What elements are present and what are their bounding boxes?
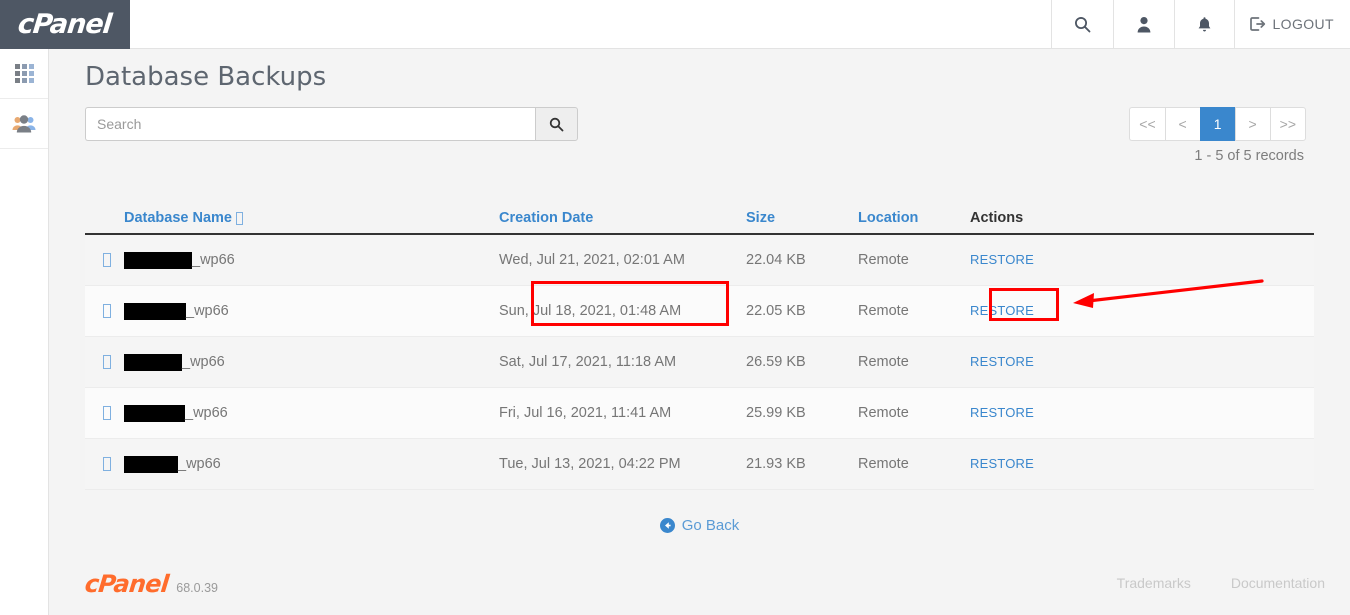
cell-creation-date: Sat, Jul 17, 2021, 11:18 AM [499, 354, 677, 370]
cpanel-logo[interactable]: cPanel [0, 0, 130, 49]
cell-creation-date: Tue, Jul 13, 2021, 04:22 PM [499, 456, 681, 472]
pagination-prev[interactable]: < [1164, 107, 1200, 141]
cell-location: Remote [858, 456, 909, 472]
users-group-icon [12, 114, 36, 132]
redacted-name [124, 251, 192, 269]
restore-button[interactable]: RESTORE [970, 405, 1034, 420]
cpanel-logo-text: cPanel [16, 9, 114, 40]
cell-database-name: _wp66 [124, 251, 499, 269]
download-backup-button[interactable] [85, 457, 124, 471]
table-row: _wp66 Sun, Jul 18, 2021, 01:48 AM 22.05 … [85, 286, 1314, 337]
pagination-last[interactable]: >> [1269, 107, 1306, 141]
download-backup-button[interactable] [85, 253, 124, 267]
search-icon[interactable] [1051, 0, 1113, 48]
cell-location: Remote [858, 405, 909, 421]
redacted-name [124, 455, 178, 473]
header-creation-date[interactable]: Creation Date [499, 210, 746, 226]
redacted-name [124, 302, 186, 320]
table-row: _wp66 Wed, Jul 21, 2021, 02:01 AM 22.04 … [85, 235, 1314, 286]
cell-location: Remote [858, 354, 909, 370]
sidebar-item-tools[interactable] [0, 49, 48, 99]
search-submit-button[interactable] [535, 107, 578, 141]
cell-creation-date: Sun, Jul 18, 2021, 01:48 AM [499, 303, 682, 319]
header-actions: Actions [970, 210, 1024, 226]
download-icon [103, 457, 111, 471]
sidebar-item-user-manager[interactable] [0, 99, 48, 149]
circle-arrow-left-icon [659, 518, 675, 533]
documentation-link[interactable]: Documentation [1231, 575, 1325, 591]
backups-table: Database Name Creation Date Size Locatio… [85, 193, 1314, 490]
database-name-suffix: _wp66 [185, 405, 228, 421]
restore-button[interactable]: RESTORE [970, 303, 1034, 318]
restore-button[interactable]: RESTORE [970, 354, 1034, 369]
top-bar: cPanel LOGOUT [0, 0, 1350, 49]
table-header-row: Database Name Creation Date Size Locatio… [85, 193, 1314, 235]
download-icon [103, 253, 111, 267]
logout-button[interactable]: LOGOUT [1234, 0, 1350, 48]
cell-size: 26.59 KB [746, 354, 806, 370]
download-backup-button[interactable] [85, 406, 124, 420]
header-database-name[interactable]: Database Name [124, 210, 499, 226]
table-row: _wp66 Sat, Jul 17, 2021, 11:18 AM 26.59 … [85, 337, 1314, 388]
cell-database-name: _wp66 [124, 455, 499, 473]
download-icon [103, 304, 111, 318]
footer-links: Trademarks Documentation [1117, 575, 1325, 591]
restore-button[interactable]: RESTORE [970, 252, 1034, 267]
cell-size: 22.05 KB [746, 303, 806, 319]
header-location[interactable]: Location [858, 210, 970, 226]
database-name-suffix: _wp66 [186, 303, 229, 319]
header-size[interactable]: Size [746, 210, 858, 226]
user-icon[interactable] [1113, 0, 1174, 48]
footer-logo: cPanel 68.0.39 [83, 570, 218, 598]
go-back-link[interactable]: Go Back [49, 517, 1350, 534]
restore-button[interactable]: RESTORE [970, 456, 1034, 471]
pagination-first[interactable]: << [1129, 107, 1165, 141]
database-name-suffix: _wp66 [192, 252, 235, 268]
redacted-name [124, 353, 182, 371]
cell-database-name: _wp66 [124, 353, 499, 371]
cpanel-footer-logo-text: cPanel [83, 570, 170, 598]
cell-creation-date: Fri, Jul 16, 2021, 11:41 AM [499, 405, 672, 421]
cell-database-name: _wp66 [124, 404, 499, 422]
go-back-label: Go Back [681, 517, 740, 534]
sort-indicator-icon [236, 211, 243, 225]
top-bar-actions: LOGOUT [1051, 0, 1350, 48]
pagination: << < 1 > >> [1129, 107, 1306, 141]
cell-location: Remote [858, 303, 909, 319]
search-icon [549, 117, 564, 131]
cell-size: 21.93 KB [746, 456, 806, 472]
database-name-suffix: _wp66 [178, 456, 221, 472]
database-name-suffix: _wp66 [182, 354, 225, 370]
search-input[interactable] [85, 107, 535, 141]
trademarks-link[interactable]: Trademarks [1117, 575, 1191, 591]
records-count: 1 - 5 of 5 records [1194, 148, 1304, 164]
search-bar [85, 107, 578, 141]
pagination-page-1[interactable]: 1 [1199, 107, 1235, 141]
cell-location: Remote [858, 252, 909, 268]
download-icon [103, 406, 111, 420]
download-backup-button[interactable] [85, 355, 124, 369]
page-title: Database Backups [85, 62, 327, 92]
download-backup-button[interactable] [85, 304, 124, 318]
sidebar [0, 49, 49, 615]
cell-size: 25.99 KB [746, 405, 806, 421]
version-label: 68.0.39 [176, 581, 218, 595]
bell-icon[interactable] [1174, 0, 1234, 48]
download-icon [103, 355, 111, 369]
redacted-name [124, 404, 185, 422]
cell-size: 22.04 KB [746, 252, 806, 268]
logout-label: LOGOUT [1272, 16, 1334, 32]
apps-grid-icon [14, 64, 34, 83]
pagination-next[interactable]: > [1234, 107, 1270, 141]
logout-icon [1250, 17, 1266, 31]
cell-database-name: _wp66 [124, 302, 499, 320]
main-content: Database Backups << < 1 > >> 1 - 5 of 5 … [49, 49, 1350, 615]
table-row: _wp66 Tue, Jul 13, 2021, 04:22 PM 21.93 … [85, 439, 1314, 490]
cell-creation-date: Wed, Jul 21, 2021, 02:01 AM [499, 252, 685, 268]
table-row: _wp66 Fri, Jul 16, 2021, 11:41 AM 25.99 … [85, 388, 1314, 439]
